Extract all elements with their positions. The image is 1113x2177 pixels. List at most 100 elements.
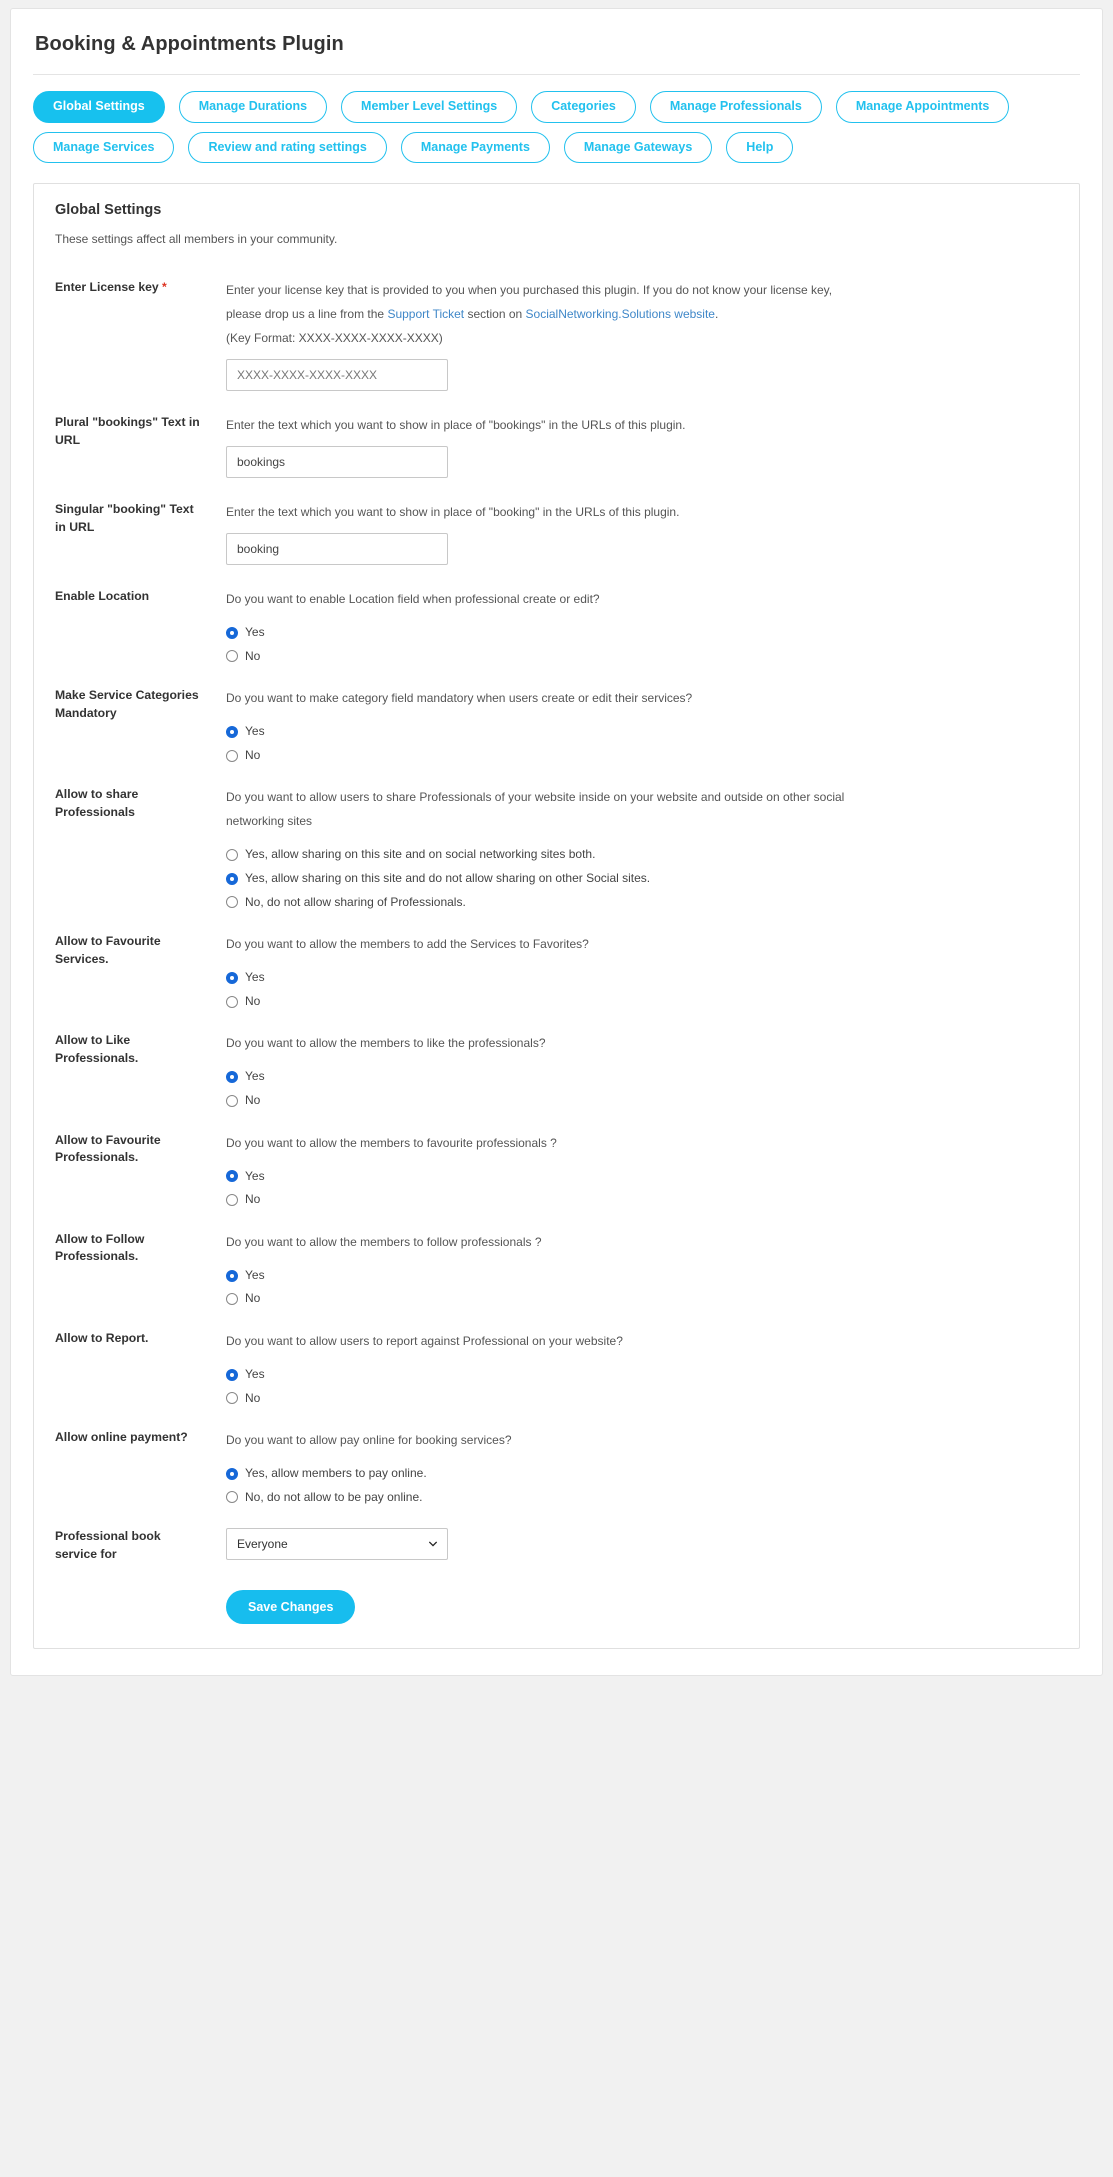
radio-setting-rows: Enable Location Do you want to enable Loc…	[54, 565, 1059, 1505]
tab-categories[interactable]: Categories	[531, 91, 636, 123]
radio-button[interactable]	[226, 1193, 238, 1206]
row-share-professionals: Allow to share Professionals Do you want …	[54, 763, 1059, 910]
license-desc-part2: section on	[464, 307, 526, 321]
allow-report-description: Do you want to allow users to report aga…	[226, 1333, 623, 1348]
online-payment-description: Do you want to allow pay online for book…	[226, 1433, 512, 1448]
radio-button[interactable]	[226, 1071, 238, 1084]
favourite-professionals-option[interactable]: No	[226, 1192, 1059, 1208]
license-key-description: Enter your license key that is provided …	[226, 278, 846, 326]
tab-member-level-settings[interactable]: Member Level Settings	[341, 91, 518, 123]
option-label: No	[245, 1390, 261, 1405]
follow-professionals-option[interactable]: Yes	[226, 1268, 1059, 1284]
row-plural-url-text: Plural "bookings" Text in URL Enter the …	[54, 391, 1059, 478]
radio-button[interactable]	[226, 1293, 238, 1306]
radio-button[interactable]	[226, 1491, 238, 1504]
radio-button[interactable]	[226, 749, 238, 762]
favourite-professionals-option[interactable]: Yes	[226, 1169, 1059, 1185]
service-categories-mandatory-option[interactable]: No	[226, 748, 1059, 764]
online-payment-option[interactable]: Yes, allow members to pay online.	[226, 1466, 1059, 1482]
radio-button[interactable]	[226, 1368, 238, 1381]
row-singular-url-text: Singular "booking" Text in URL Enter the…	[54, 478, 1059, 565]
favourite-services-option[interactable]: No	[226, 994, 1059, 1010]
label-plural-url-text: Plural "bookings" Text in URL	[55, 415, 200, 447]
share-professionals-option[interactable]: No, do not allow sharing of Professional…	[226, 895, 1059, 911]
radio-button[interactable]	[226, 650, 238, 663]
share-professionals-option[interactable]: Yes, allow sharing on this site and on s…	[226, 847, 1059, 863]
label-share-professionals: Allow to share Professionals	[55, 787, 139, 820]
support-ticket-link[interactable]: Support Ticket	[387, 307, 464, 321]
tab-manage-professionals[interactable]: Manage Professionals	[649, 91, 822, 123]
body-service-categories-mandatory: Do you want to make category field manda…	[204, 686, 1059, 763]
row-book-service-for: Professional book service for Everyone	[54, 1505, 1059, 1563]
body-book-service-for: Everyone	[204, 1527, 1059, 1561]
radio-button[interactable]	[226, 896, 238, 909]
like-professionals-option[interactable]: Yes	[226, 1069, 1059, 1085]
option-label: No	[245, 993, 261, 1008]
tab-manage-durations[interactable]: Manage Durations	[178, 91, 328, 123]
row-follow-professionals: Allow to Follow Professionals. Do you wan…	[54, 1208, 1059, 1307]
enable-location-option[interactable]: No	[226, 649, 1059, 665]
tab-manage-services[interactable]: Manage Services	[33, 131, 175, 163]
service-categories-mandatory-option[interactable]: Yes	[226, 724, 1059, 740]
label-online-payment: Allow online payment?	[55, 1430, 188, 1445]
radio-button[interactable]	[226, 849, 238, 862]
radio-button[interactable]	[226, 971, 238, 984]
socialnetworking-solutions-link[interactable]: SocialNetworking.Solutions website	[526, 307, 715, 321]
label-book-service-for: Professional book service for	[55, 1529, 161, 1561]
option-label: Yes	[245, 1366, 265, 1381]
radio-button[interactable]	[226, 1170, 238, 1183]
radio-button[interactable]	[226, 626, 238, 639]
tab-manage-payments[interactable]: Manage Payments	[400, 131, 550, 163]
option-label: No	[245, 1291, 261, 1306]
body-online-payment: Do you want to allow pay online for book…	[204, 1428, 1059, 1505]
enable-location-description: Do you want to enable Location field whe…	[226, 592, 600, 606]
option-label: Yes, allow members to pay online.	[245, 1466, 427, 1481]
body-favourite-professionals: Do you want to allow the members to favo…	[204, 1131, 1059, 1208]
radio-button[interactable]	[226, 1094, 238, 1107]
allow-report-option[interactable]: No	[226, 1391, 1059, 1407]
share-professionals-option[interactable]: Yes, allow sharing on this site and do n…	[226, 871, 1059, 887]
radio-button[interactable]	[226, 725, 238, 738]
option-label: No	[245, 1092, 261, 1107]
singular-url-input[interactable]	[226, 533, 448, 565]
online-payment-option[interactable]: No, do not allow to be pay online.	[226, 1490, 1059, 1506]
body-singular-url-text: Enter the text which you want to show in…	[204, 500, 1059, 565]
save-changes-button[interactable]: Save Changes	[226, 1589, 356, 1625]
radio-button[interactable]	[226, 1392, 238, 1405]
body-enable-location: Do you want to enable Location field whe…	[204, 587, 1059, 664]
tab-review-and-rating-settings[interactable]: Review and rating settings	[188, 131, 387, 163]
row-favourite-services: Allow to Favourite Services. Do you want …	[54, 910, 1059, 1009]
tab-bar: Global Settings Manage Durations Member Le…	[33, 91, 1080, 163]
option-label: Yes	[245, 1069, 265, 1084]
row-license-key: Enter License key * Enter your license k…	[54, 256, 1059, 391]
like-professionals-options: Yes No	[226, 1069, 1059, 1108]
page-title: Booking & Appointments Plugin	[35, 33, 344, 55]
radio-button[interactable]	[226, 995, 238, 1008]
license-key-input[interactable]	[226, 359, 448, 391]
radio-button[interactable]	[226, 1269, 238, 1282]
tab-help[interactable]: Help	[726, 131, 794, 163]
favourite-services-option[interactable]: Yes	[226, 970, 1059, 986]
label-follow-professionals: Allow to Follow Professionals.	[55, 1231, 145, 1264]
plural-url-input[interactable]	[226, 446, 448, 478]
allow-report-option[interactable]: Yes	[226, 1367, 1059, 1383]
option-label: Yes	[245, 970, 265, 985]
option-label: Yes	[245, 1168, 265, 1183]
option-label: No	[245, 648, 261, 663]
service-categories-mandatory-description: Do you want to make category field manda…	[226, 691, 693, 706]
body-like-professionals: Do you want to allow the members to like…	[204, 1031, 1059, 1108]
panel-subtitle: These settings affect all members in you…	[55, 232, 338, 246]
favourite-professionals-description: Do you want to allow the members to favo…	[226, 1135, 557, 1150]
body-favourite-services: Do you want to allow the members to add …	[204, 932, 1059, 1009]
enable-location-option[interactable]: Yes	[226, 625, 1059, 641]
tab-global-settings[interactable]: Global Settings	[33, 91, 165, 123]
book-service-for-select[interactable]: Everyone	[226, 1528, 448, 1561]
tab-manage-appointments[interactable]: Manage Appointments	[835, 91, 1010, 123]
option-label: Yes	[245, 1267, 265, 1282]
like-professionals-option[interactable]: No	[226, 1093, 1059, 1109]
radio-button[interactable]	[226, 1467, 238, 1480]
follow-professionals-option[interactable]: No	[226, 1291, 1059, 1307]
tab-manage-gateways[interactable]: Manage Gateways	[563, 131, 713, 163]
radio-button[interactable]	[226, 872, 238, 885]
body-share-professionals: Do you want to allow users to share Prof…	[204, 785, 1059, 910]
